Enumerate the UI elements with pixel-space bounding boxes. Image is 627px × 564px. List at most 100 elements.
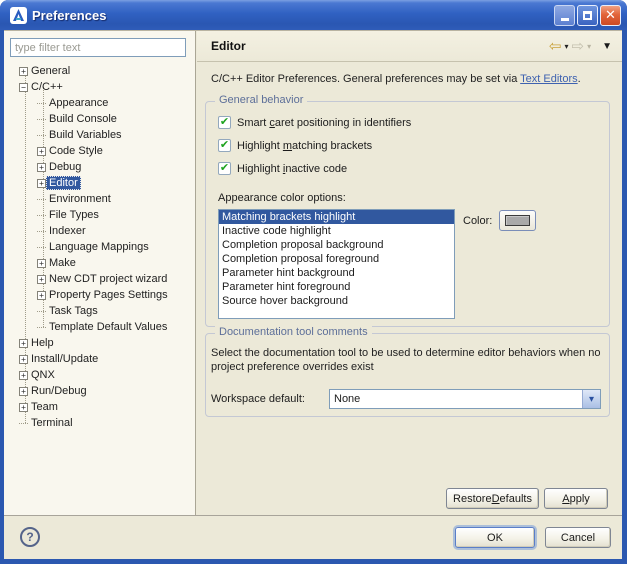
tree-item-task-tags[interactable]: Task Tags — [4, 303, 195, 319]
collapse-icon[interactable]: − — [19, 83, 28, 92]
checkbox-checked-icon: ✔ — [218, 162, 231, 175]
cancel-button[interactable]: Cancel — [545, 527, 611, 548]
tree-item-label[interactable]: Terminal — [28, 416, 76, 430]
tree-item-label[interactable]: Make — [46, 256, 79, 270]
general-behavior-group: General behavior ✔ Smart caret positioni… — [205, 101, 610, 327]
tree-item-label[interactable]: New CDT project wizard — [46, 272, 170, 286]
tree-item-editor[interactable]: +Editor — [4, 175, 195, 191]
tree-item-build-console[interactable]: Build Console — [4, 111, 195, 127]
tree-item-label[interactable]: Build Console — [46, 112, 120, 126]
tree-item-install-update[interactable]: +Install/Update — [4, 351, 195, 367]
appearance-color-options-list[interactable]: Matching brackets highlightInactive code… — [218, 209, 455, 319]
tree-item-make[interactable]: +Make — [4, 255, 195, 271]
color-option-parameter-hint-foreground[interactable]: Parameter hint foreground — [219, 280, 454, 294]
tree-item-label[interactable]: Debug — [46, 160, 84, 174]
dialog-body: +General−C/C++AppearanceBuild ConsoleBui… — [4, 30, 622, 515]
tree-item-label[interactable]: Template Default Values — [46, 320, 170, 334]
tree-item-appearance[interactable]: Appearance — [4, 95, 195, 111]
tree-item-general[interactable]: +General — [4, 63, 195, 79]
tree-item-label[interactable]: Install/Update — [28, 352, 101, 366]
apply-button[interactable]: Apply — [544, 488, 608, 509]
tree-item-help[interactable]: +Help — [4, 335, 195, 351]
checkbox-highlight-brackets[interactable]: ✔ Highlight matching brackets — [218, 139, 372, 152]
color-picker-button[interactable] — [499, 210, 536, 231]
tree-item-label[interactable]: Code Style — [46, 144, 106, 158]
ok-button[interactable]: OK — [455, 527, 535, 548]
color-option-matching-brackets-highlight[interactable]: Matching brackets highlight — [219, 210, 454, 224]
window-title: Preferences — [32, 8, 554, 23]
expand-icon[interactable]: + — [37, 291, 46, 300]
tree-item-label[interactable]: Help — [28, 336, 57, 350]
tree-connector — [37, 119, 46, 120]
help-icon[interactable]: ? — [20, 527, 40, 547]
workspace-default-label: Workspace default: — [211, 393, 329, 405]
restore-defaults-button[interactable]: Restore Defaults — [446, 488, 539, 509]
tree-item-property-pages-settings[interactable]: +Property Pages Settings — [4, 287, 195, 303]
nav-back-dropdown-icon[interactable]: ▾ — [564, 42, 568, 51]
workspace-default-combo[interactable]: None ▾ — [329, 389, 601, 409]
tree-item-label[interactable]: Run/Debug — [28, 384, 90, 398]
maximize-button[interactable] — [577, 5, 598, 26]
tree-item-label[interactable]: C/C++ — [28, 80, 66, 94]
tree-item-code-style[interactable]: +Code Style — [4, 143, 195, 159]
expand-icon[interactable]: + — [37, 147, 46, 156]
tree-item-label[interactable]: Appearance — [46, 96, 111, 110]
checkbox-highlight-inactive[interactable]: ✔ Highlight inactive code — [218, 162, 347, 175]
tree-connector — [37, 311, 46, 312]
tree-item-label[interactable]: Team — [28, 400, 61, 414]
tree-item-label[interactable]: Indexer — [46, 224, 89, 238]
expand-icon[interactable]: + — [37, 179, 46, 188]
view-menu-icon[interactable]: ▼ — [602, 41, 612, 52]
tree-item-label[interactable]: General — [28, 64, 73, 78]
expand-icon[interactable]: + — [19, 387, 28, 396]
tree-item-label[interactable]: Build Variables — [46, 128, 125, 142]
tree-item-build-variables[interactable]: Build Variables — [4, 127, 195, 143]
tree-item-qnx[interactable]: +QNX — [4, 367, 195, 383]
tree-item-c-c-[interactable]: −C/C++ — [4, 79, 195, 95]
titlebar[interactable]: Preferences ✕ — [0, 0, 627, 30]
expand-icon[interactable]: + — [37, 275, 46, 284]
filter-input[interactable] — [10, 38, 186, 57]
tree-item-environment[interactable]: Environment — [4, 191, 195, 207]
tree-item-new-cdt-project-wizard[interactable]: +New CDT project wizard — [4, 271, 195, 287]
tree-item-language-mappings[interactable]: Language Mappings — [4, 239, 195, 255]
text-editors-link[interactable]: Text Editors — [520, 73, 577, 85]
close-button[interactable]: ✕ — [600, 5, 621, 26]
tree-item-label[interactable]: Language Mappings — [46, 240, 152, 254]
expand-icon[interactable]: + — [19, 403, 28, 412]
expand-icon[interactable]: + — [37, 259, 46, 268]
tree-item-label[interactable]: File Types — [46, 208, 102, 222]
content-panel: Editor ⇦ ▾ ⇨ ▾ ▼ C/C++ Editor Preference… — [197, 31, 622, 515]
combo-value: None — [330, 393, 582, 405]
expand-icon[interactable]: + — [19, 371, 28, 380]
tree-item-team[interactable]: +Team — [4, 399, 195, 415]
chevron-down-icon[interactable]: ▾ — [582, 390, 600, 408]
color-option-completion-proposal-foreground[interactable]: Completion proposal foreground — [219, 252, 454, 266]
tree-item-run-debug[interactable]: +Run/Debug — [4, 383, 195, 399]
page-header: Editor ⇦ ▾ ⇨ ▾ ▼ — [197, 31, 622, 62]
tree-connector — [37, 103, 46, 104]
tree-item-template-default-values[interactable]: Template Default Values — [4, 319, 195, 335]
tree-item-label[interactable]: QNX — [28, 368, 58, 382]
expand-icon[interactable]: + — [19, 67, 28, 76]
tree-item-label[interactable]: Task Tags — [46, 304, 101, 318]
tree-item-debug[interactable]: +Debug — [4, 159, 195, 175]
color-option-parameter-hint-background[interactable]: Parameter hint background — [219, 266, 454, 280]
tree-item-label[interactable]: Editor — [46, 176, 81, 190]
color-option-inactive-code-highlight[interactable]: Inactive code highlight — [219, 224, 454, 238]
checkbox-smart-caret[interactable]: ✔ Smart caret positioning in identifiers — [218, 116, 411, 129]
tree-item-file-types[interactable]: File Types — [4, 207, 195, 223]
expand-icon[interactable]: + — [19, 339, 28, 348]
tree-item-label[interactable]: Environment — [46, 192, 114, 206]
minimize-button[interactable] — [554, 5, 575, 26]
tree-item-label[interactable]: Property Pages Settings — [46, 288, 171, 302]
expand-icon[interactable]: + — [37, 163, 46, 172]
expand-icon[interactable]: + — [19, 355, 28, 364]
color-option-completion-proposal-background[interactable]: Completion proposal background — [219, 238, 454, 252]
preferences-tree: +General−C/C++AppearanceBuild ConsoleBui… — [4, 63, 195, 515]
color-option-source-hover-background[interactable]: Source hover background — [219, 294, 454, 308]
tree-item-terminal[interactable]: Terminal — [4, 415, 195, 431]
tree-item-indexer[interactable]: Indexer — [4, 223, 195, 239]
nav-back-icon[interactable]: ⇦ — [549, 39, 562, 54]
tree-connector — [37, 135, 46, 136]
